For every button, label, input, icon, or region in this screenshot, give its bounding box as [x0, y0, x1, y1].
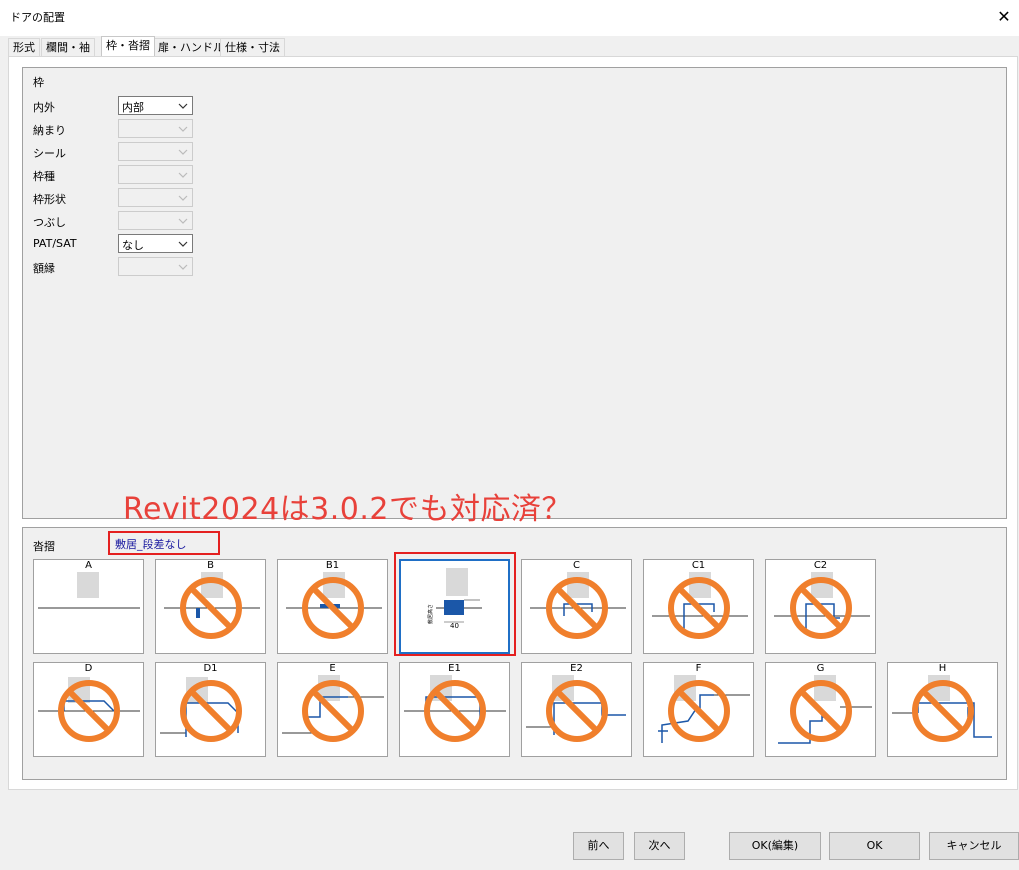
sill-diagram: [38, 677, 140, 742]
flatten-select: [118, 211, 193, 230]
ok-edit-button[interactable]: OK(編集): [729, 832, 821, 860]
tab-bar: 形式 欄間・袖 枠・沓摺 扉・ハンドル 仕様・寸法: [0, 36, 1019, 56]
casing-select: [118, 257, 193, 276]
prev-button[interactable]: 前へ: [573, 832, 624, 860]
field-label: 額縁: [33, 262, 55, 275]
chevron-down-icon: [177, 237, 189, 250]
highlight-box: [394, 552, 516, 656]
cancel-button[interactable]: キャンセル: [929, 832, 1019, 860]
sill-tile-f[interactable]: F: [643, 662, 754, 757]
sill-diagram: [530, 572, 626, 639]
sill-tile-h[interactable]: H: [887, 662, 998, 757]
ok-button[interactable]: OK: [829, 832, 920, 860]
chevron-down-icon: [177, 168, 189, 181]
frame-group: 枠 内外 内部 納まり シール 枠種 枠形状 つぶし PAT/SAT なし 額縁…: [22, 67, 1007, 527]
chevron-down-icon: [177, 145, 189, 158]
sill-diagram: [774, 572, 870, 639]
field-label: 枠種: [33, 170, 55, 183]
field-label: シール: [33, 147, 66, 160]
sill-diagram: [286, 572, 382, 639]
sill-group: 沓摺 敷居_段差なし A B B1 敷居高さ 40 C C1 C2 D D1 E…: [22, 527, 1007, 780]
chevron-down-icon: [177, 260, 189, 273]
tab-content: 枠 内外 内部 納まり シール 枠種 枠形状 つぶし PAT/SAT なし 額縁…: [8, 56, 1018, 790]
chevron-down-icon: [177, 122, 189, 135]
sill-diagram: [526, 675, 626, 742]
sill-group-title: 沓摺: [33, 540, 55, 553]
prohibited-icon: [546, 680, 608, 742]
frame-shape-select: [118, 188, 193, 207]
window-title: ドアの配置: [10, 11, 65, 24]
sill-tile-g[interactable]: G: [765, 662, 876, 757]
field-label: 内外: [33, 101, 55, 114]
sill-tile-a[interactable]: A: [33, 559, 144, 654]
field-label: 枠形状: [33, 193, 66, 206]
sill-tile-b1[interactable]: B1: [277, 559, 388, 654]
sill-tile-e1[interactable]: E1: [399, 662, 510, 757]
sill-diagram: [164, 572, 260, 639]
frame-group-title: 枠: [33, 76, 44, 89]
field-label: 納まり: [33, 124, 66, 137]
sill-tile-d1[interactable]: D1: [155, 662, 266, 757]
sill-diagram: [652, 572, 748, 639]
inner-outer-select[interactable]: 内部: [118, 96, 193, 115]
chevron-down-icon: [177, 191, 189, 204]
tab-transom-sidelight[interactable]: 欄間・袖: [41, 38, 95, 56]
sill-diagram: [892, 675, 992, 742]
sill-tile-c1[interactable]: C1: [643, 559, 754, 654]
sill-tile-d[interactable]: D: [33, 662, 144, 757]
annotation-text: Revit2024は3.0.2でも対応済？: [123, 492, 572, 527]
frame-type-select: [118, 165, 193, 184]
tab-leaf-handle[interactable]: 扉・ハンドル: [153, 38, 229, 56]
sill-tile-c2[interactable]: C2: [765, 559, 876, 654]
fitting-select: [118, 119, 193, 138]
pat-sat-select[interactable]: なし: [118, 234, 193, 253]
select-value: なし: [122, 239, 144, 252]
sill-diagram: [778, 675, 872, 744]
close-icon[interactable]: ✕: [989, 4, 1019, 30]
field-label: PAT/SAT: [33, 237, 77, 250]
sill-tile-e[interactable]: E: [277, 662, 388, 757]
sill-diagram: [282, 675, 384, 742]
sill-tile-c[interactable]: C: [521, 559, 632, 654]
sill-diagram: [658, 675, 750, 743]
highlight-box: [108, 531, 220, 555]
sill-tile-b[interactable]: B: [155, 559, 266, 654]
sill-diagram: [38, 572, 140, 609]
sill-tile-e2[interactable]: E2: [521, 662, 632, 757]
tab-frame-sill[interactable]: 枠・沓摺: [101, 36, 155, 56]
seal-select: [118, 142, 193, 161]
prohibited-icon: [668, 680, 730, 742]
sill-diagram: [160, 677, 242, 742]
chevron-down-icon: [177, 99, 189, 112]
next-button[interactable]: 次へ: [634, 832, 685, 860]
field-label: つぶし: [33, 216, 66, 229]
sill-diagram: [404, 675, 506, 742]
tab-spec-dimensions[interactable]: 仕様・寸法: [220, 38, 285, 56]
select-value: 内部: [122, 101, 144, 114]
prohibited-icon: [180, 680, 242, 742]
chevron-down-icon: [177, 214, 189, 227]
tab-format[interactable]: 形式: [8, 38, 40, 56]
title-bar: ドアの配置 ✕: [0, 0, 1019, 36]
